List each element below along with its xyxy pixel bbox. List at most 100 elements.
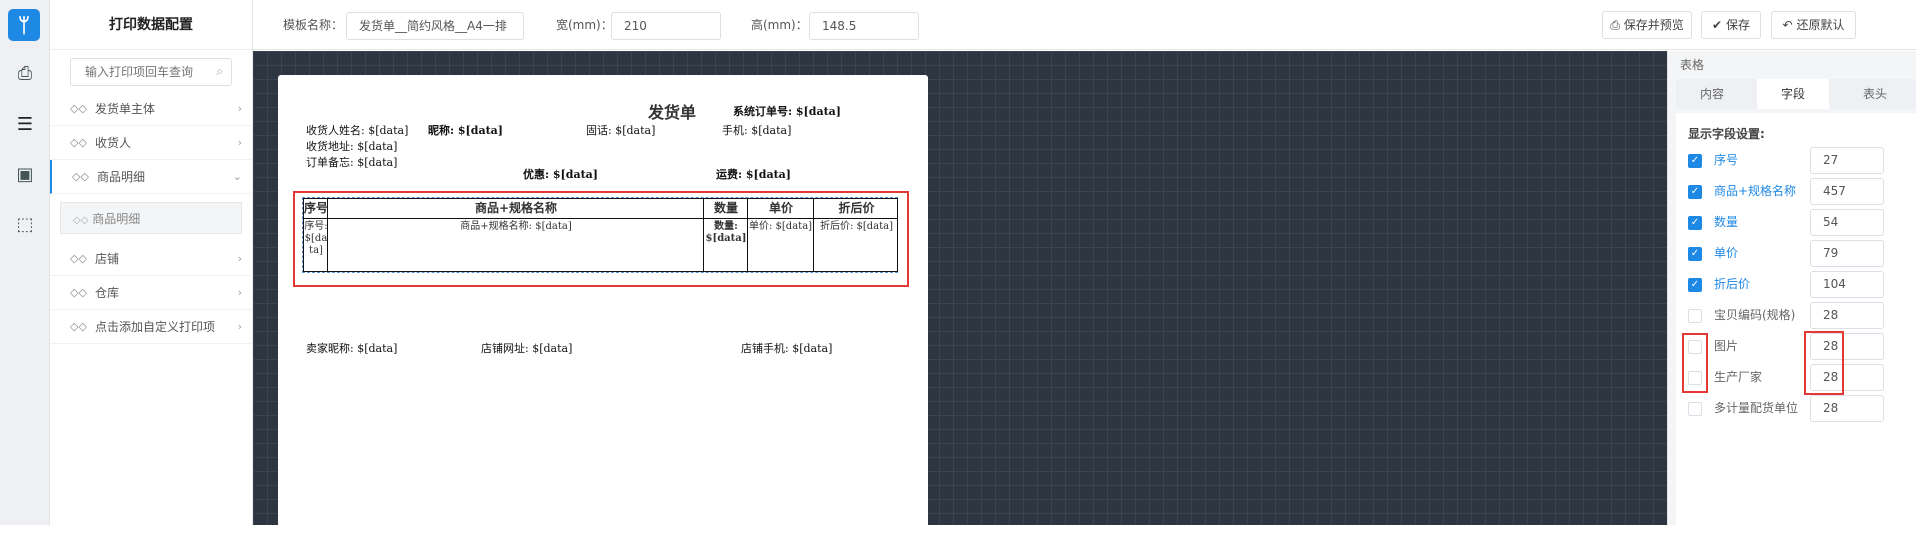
list-icon[interactable]: ☰ <box>12 112 38 138</box>
sidebar-item-label: 商品明细 <box>97 170 146 184</box>
save-label: 保存 <box>1725 18 1750 32</box>
subitem-label: 商品明细 <box>92 212 141 226</box>
table-header-cell[interactable]: 商品+规格名称 <box>328 199 704 219</box>
shop-url-field[interactable]: 店铺网址: $[data] <box>481 340 572 356</box>
save-preview-button[interactable]: ⎙ 保存并预览 <box>1602 11 1692 39</box>
field-checkbox[interactable]: ✓ <box>1688 247 1702 261</box>
sidebar-item-goods-detail[interactable]: ◇◇ 商品明细 ⌄ <box>50 160 252 194</box>
check-icon: ✔ <box>1712 18 1723 32</box>
goods-table[interactable]: 序号 商品+规格名称 数量 单价 折后价 序号: $[da ta] 商品+规格名… <box>303 198 898 272</box>
field-label: 生产厂家 <box>1714 370 1763 384</box>
select-element-icon[interactable]: ⬚ <box>12 212 38 238</box>
chevron-right-icon: › <box>237 136 242 149</box>
undo-icon: ↶ <box>1782 18 1793 32</box>
seller-nick-field[interactable]: 卖家昵称: $[data] <box>306 340 397 356</box>
sidebar-item-add-custom[interactable]: ◇◇ 点击添加自定义打印项 › <box>50 310 252 344</box>
field-row: ✓ 数量 54 <box>1676 207 1916 238</box>
sidebar-item-receiver[interactable]: ◇◇ 收货人 › <box>50 126 252 160</box>
sidebar-item-shop[interactable]: ◇◇ 店铺 › <box>50 242 252 276</box>
table-header-cell[interactable]: 单价 <box>748 199 814 219</box>
restore-default-button[interactable]: ↶ 还原默认 <box>1771 11 1856 39</box>
receiver-name-field[interactable]: 收货人姓名: $[data] <box>306 122 408 138</box>
eye-icon: ◇◇ <box>73 215 89 226</box>
height-input[interactable]: 148.5 <box>809 12 919 40</box>
panel-header: 表格 <box>1680 58 1705 72</box>
mobile-field[interactable]: 手机: $[data] <box>722 122 791 138</box>
discount-field[interactable]: 优惠: $[data] <box>523 166 598 182</box>
field-checkbox[interactable]: ✓ <box>1688 154 1702 168</box>
chevron-right-icon: › <box>237 102 242 115</box>
sidebar-item-label: 店铺 <box>95 252 120 266</box>
field-width-input[interactable]: 28 <box>1810 302 1884 329</box>
eye-icon: ◇◇ <box>70 320 87 333</box>
phone-field[interactable]: 固话: $[data] <box>586 122 655 138</box>
section-title: 显示字段设置: <box>1688 127 1765 141</box>
design-canvas[interactable]: 发货单 系统订单号: $[data] 收货人姓名: $[data] 昵称: $[… <box>253 51 1667 535</box>
print-paper[interactable]: 发货单 系统订单号: $[data] 收货人姓名: $[data] 昵称: $[… <box>278 75 928 535</box>
sidebar-item-warehouse[interactable]: ◇◇ 仓库 › <box>50 276 252 310</box>
template-toolbar: 模板名称： 发货单__简约风格__A4一排 宽(mm)： 210 高(mm)： … <box>253 0 1916 50</box>
table-header-cell[interactable]: 数量 <box>704 199 748 219</box>
table-selection-frame[interactable]: 序号 商品+规格名称 数量 单价 折后价 序号: $[da ta] 商品+规格名… <box>302 197 898 273</box>
field-row: ✓ 单价 79 <box>1676 238 1916 269</box>
field-label: 折后价 <box>1714 277 1751 291</box>
table-body-cell[interactable]: 商品+规格名称: $[data] <box>328 221 704 233</box>
field-checkbox[interactable]: ✓ <box>1688 278 1702 292</box>
search-icon[interactable]: ⌕ <box>216 64 223 79</box>
search-box: ⌕ <box>70 58 232 86</box>
height-label: 高(mm)： <box>751 18 808 32</box>
fields-settings: 显示字段设置: ✓ 序号 27 ✓ 商品+规格名称 457 ✓ 数量 54 ✓ … <box>1676 113 1916 525</box>
checkbox-highlight-box <box>1682 333 1708 393</box>
shipping-field[interactable]: 运费: $[data] <box>716 166 791 182</box>
nickname-field[interactable]: 昵称: $[data] <box>428 122 503 138</box>
template-name-label: 模板名称： <box>283 18 344 32</box>
tab-fields[interactable]: 字段 <box>1757 79 1829 109</box>
value-highlight-box <box>1804 331 1844 395</box>
field-width-input[interactable]: 27 <box>1810 147 1884 174</box>
field-checkbox[interactable]: ✓ <box>1688 185 1702 199</box>
table-body-cell[interactable]: 序号: $[da ta] <box>304 221 328 257</box>
field-row: ✓ 折后价 104 <box>1676 269 1916 300</box>
table-body-cell[interactable]: 折后价: $[data] <box>814 221 899 233</box>
field-width-input[interactable]: 28 <box>1810 395 1884 422</box>
field-width-input[interactable]: 54 <box>1810 209 1884 236</box>
field-checkbox[interactable] <box>1688 402 1702 416</box>
image-icon[interactable]: ▣ <box>12 162 38 188</box>
field-row: 宝贝编码(规格) 28 <box>1676 300 1916 331</box>
chevron-right-icon: › <box>237 286 242 299</box>
app-rail: ᛘ ⎙ ☰ ▣ ⬚ <box>0 0 50 525</box>
table-body-cell[interactable]: 单价: $[data] <box>748 221 814 233</box>
field-checkbox[interactable] <box>1688 309 1702 323</box>
eye-icon: ◇◇ <box>72 170 89 183</box>
printer-icon: ⎙ <box>1610 18 1620 32</box>
field-label: 宝贝编码(规格) <box>1714 308 1796 322</box>
address-field[interactable]: 收货地址: $[data] <box>306 138 397 154</box>
shop-mobile-field[interactable]: 店铺手机: $[data] <box>741 340 832 356</box>
field-width-input[interactable]: 104 <box>1810 271 1884 298</box>
tab-header[interactable]: 表头 <box>1839 79 1911 109</box>
sidebar-item-label: 仓库 <box>95 286 120 300</box>
tab-content[interactable]: 内容 <box>1676 79 1748 109</box>
save-button[interactable]: ✔ 保存 <box>1701 11 1761 39</box>
field-checkbox[interactable]: ✓ <box>1688 216 1702 230</box>
printer-icon[interactable]: ⎙ <box>12 61 38 87</box>
order-no-field[interactable]: 系统订单号: $[data] <box>733 103 841 119</box>
sidebar-item-label: 点击添加自定义打印项 <box>95 320 216 334</box>
field-row: 图片 28 <box>1676 331 1916 362</box>
paper-title[interactable]: 发货单 <box>648 99 696 123</box>
width-input[interactable]: 210 <box>611 12 721 40</box>
table-body-cell[interactable]: 数量: $[data] <box>704 221 748 245</box>
field-label: 商品+规格名称 <box>1714 184 1797 198</box>
field-label: 序号 <box>1714 153 1739 167</box>
search-input[interactable] <box>71 59 231 85</box>
field-width-input[interactable]: 457 <box>1810 178 1884 205</box>
remark-field[interactable]: 订单备忘: $[data] <box>306 154 397 170</box>
properties-panel: 表格 内容 字段 表头 显示字段设置: ✓ 序号 27 ✓ 商品+规格名称 45… <box>1667 51 1916 525</box>
sidebar-item-invoice-main[interactable]: ◇◇ 发货单主体 › <box>50 92 252 126</box>
table-header-cell[interactable]: 折后价 <box>814 199 899 219</box>
table-header-cell[interactable]: 序号 <box>304 199 328 219</box>
field-row: ✓ 商品+规格名称 457 <box>1676 176 1916 207</box>
template-name-input[interactable]: 发货单__简约风格__A4一排 <box>346 12 524 40</box>
field-width-input[interactable]: 79 <box>1810 240 1884 267</box>
sidebar-subitem-goods-detail[interactable]: ◇◇ 商品明细 <box>60 202 242 234</box>
